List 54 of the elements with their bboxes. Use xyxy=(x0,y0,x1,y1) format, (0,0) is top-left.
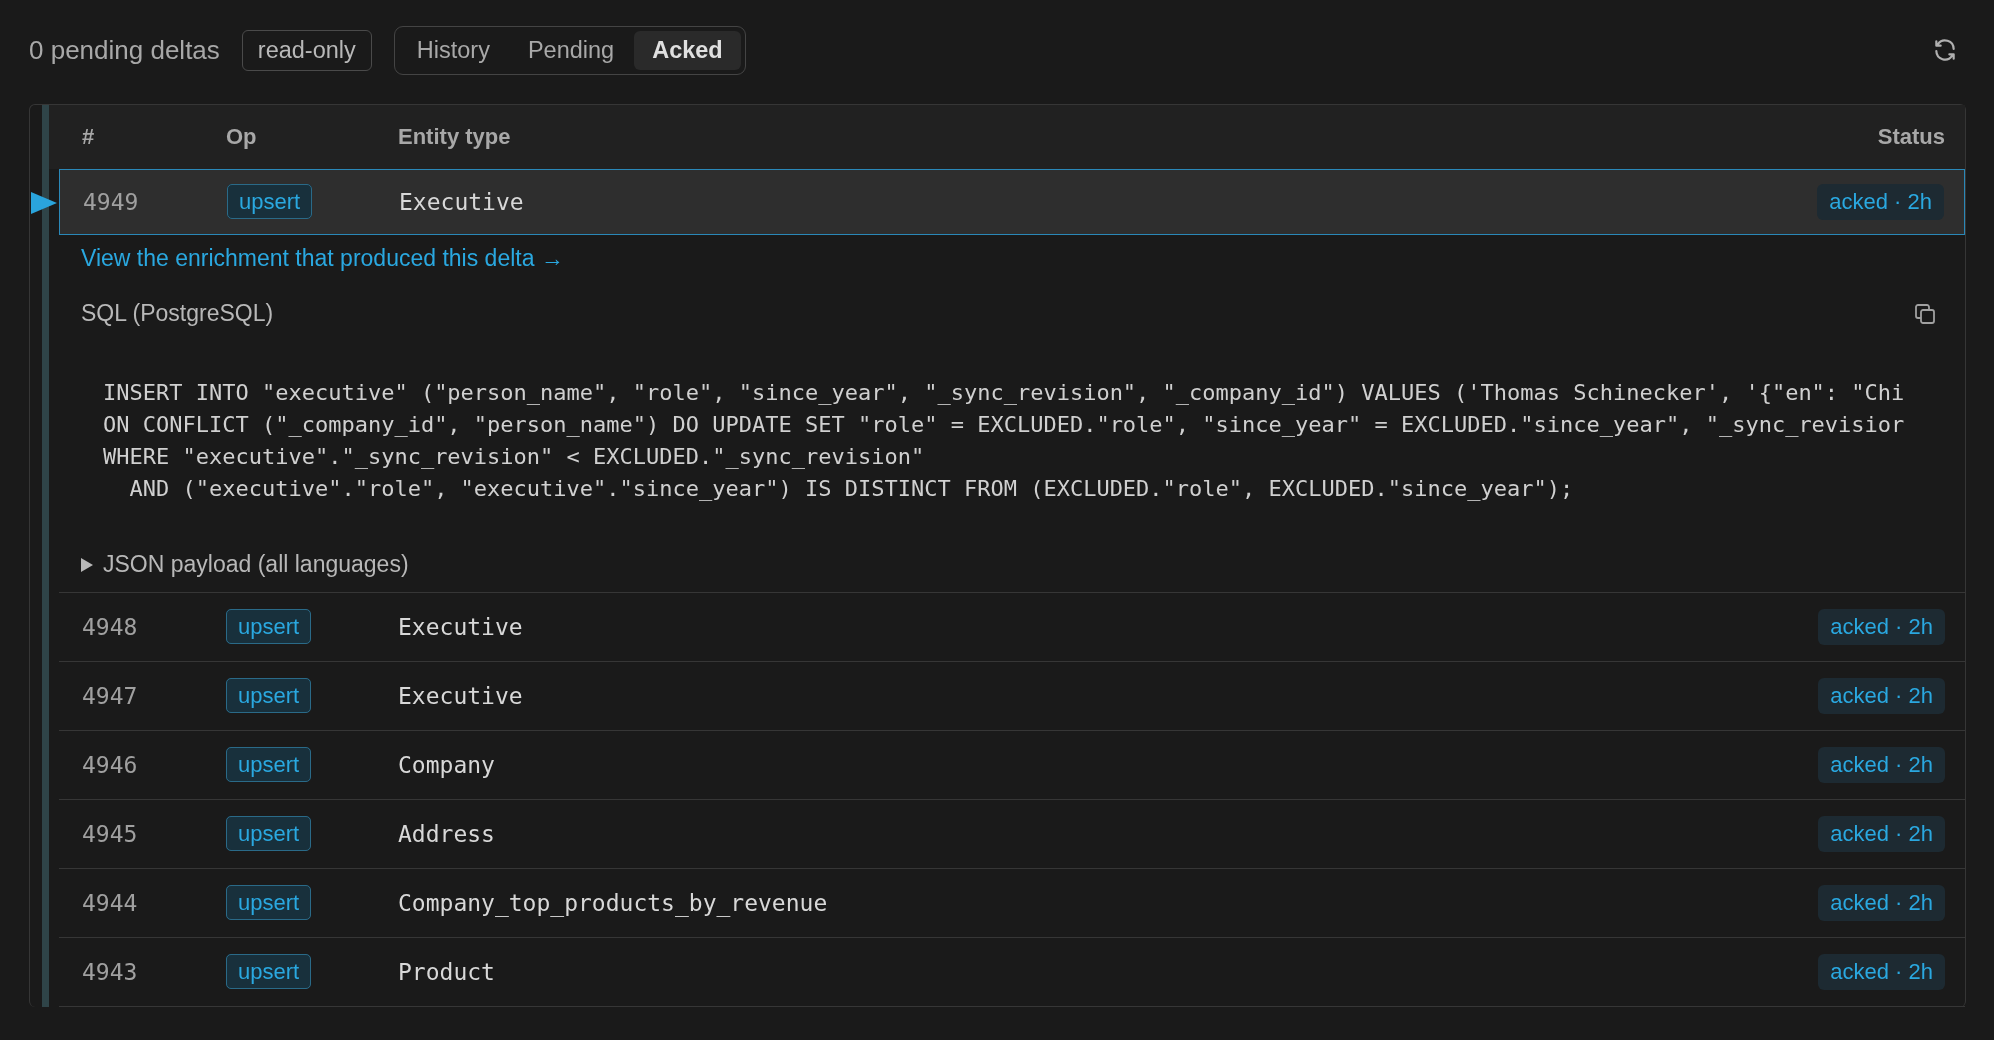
enrichment-link[interactable]: View the enrichment that produced this delta → xyxy=(81,245,564,272)
read-only-badge: read-only xyxy=(241,29,372,71)
op-badge: upsert xyxy=(226,816,312,851)
sql-code-line: AND ("executive"."role", "executive"."since_year") IS DISTINCT FROM (EXCLUDED."role", EXCLUDED."since_year"); xyxy=(128,475,1574,503)
row-number: 4944 xyxy=(81,890,139,916)
column-header: Status xyxy=(1876,124,1946,150)
json-payload-toggle[interactable]: JSON payload (all languages) xyxy=(81,551,409,578)
table-row[interactable]: 4944 upsert Company_top_products_by_revenue acked · 2h xyxy=(59,869,1965,938)
sql-code-line: INSERT INTO "executive" ("person_name", "role", "since_year", "_sync_revision", "_company_id") VALUES ('Thomas Schinecker', '{"en": "Chi xyxy=(103,379,1905,407)
table-row[interactable]: 4948 upsert Executive acked · 2h xyxy=(59,593,1965,662)
table-row[interactable]: 4945 upsert Address acked · 2h xyxy=(59,800,1965,869)
copy-icon[interactable] xyxy=(1913,301,1937,326)
entity-type: Executive xyxy=(398,683,524,709)
row-number: 4946 xyxy=(81,752,139,778)
sql-code-line: WHERE "executive"."_sync_revision" < EXCLUDED."_sync_revision" xyxy=(103,443,925,471)
status-badge: acked · 2h xyxy=(1818,747,1945,783)
filter-tab[interactable]: Pending xyxy=(509,30,633,70)
pending-count: 0 pending deltas xyxy=(29,34,220,66)
op-badge: upsert xyxy=(226,609,312,644)
op-badge: upsert xyxy=(226,954,312,989)
column-header: Op xyxy=(226,124,258,150)
status-badge: acked · 2h xyxy=(1818,954,1945,990)
column-header: # xyxy=(81,124,96,150)
row-number: 4943 xyxy=(81,959,139,985)
table-row[interactable]: 4943 upsert Product acked · 2h xyxy=(59,938,1965,1007)
status-badge: acked · 2h xyxy=(1818,678,1945,714)
entity-type: Address xyxy=(398,821,496,847)
column-header: Entity type xyxy=(398,124,512,150)
table-row[interactable]: 4947 upsert Executive acked · 2h xyxy=(59,662,1965,731)
row-number: 4947 xyxy=(81,683,139,709)
op-badge: upsert xyxy=(226,885,312,920)
row-number: 4945 xyxy=(81,821,139,847)
refresh-icon[interactable] xyxy=(1932,37,1958,63)
entity-type: Company xyxy=(398,752,496,778)
status-badge: acked · 2h xyxy=(1818,885,1945,921)
status-badge: acked · 2h xyxy=(1818,609,1945,645)
sql-label: SQL (PostgreSQL) xyxy=(81,300,274,327)
status-badge: acked · 2h xyxy=(1817,184,1944,220)
table-row[interactable]: 4946 upsert Company acked · 2h xyxy=(59,731,1965,800)
entity-type: Executive xyxy=(399,189,525,215)
filter-tab[interactable]: History xyxy=(398,30,508,70)
status-badge: acked · 2h xyxy=(1818,816,1945,852)
op-badge: upsert xyxy=(226,678,312,713)
entity-type: Company_top_products_by_revenue xyxy=(398,890,829,916)
disclosure-triangle-icon xyxy=(81,557,93,572)
selection-marker-icon xyxy=(31,192,57,214)
op-badge: upsert xyxy=(227,184,313,219)
row-number: 4948 xyxy=(81,614,139,640)
filter-tab[interactable]: Acked xyxy=(634,30,741,70)
sql-code-line: ON CONFLICT ("_company_id", "person_name") DO UPDATE SET "role" = EXCLUDED."role", "since_year" = EXCLUDED."since_year", "_sync_revisior xyxy=(103,411,1905,439)
entity-type: Executive xyxy=(398,614,524,640)
row-number: 4949 xyxy=(82,189,140,215)
entity-type: Product xyxy=(398,959,496,985)
op-badge: upsert xyxy=(226,747,312,782)
